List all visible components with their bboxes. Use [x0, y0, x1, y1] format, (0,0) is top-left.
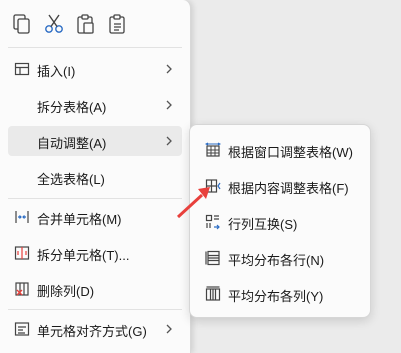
fit-window-icon [204, 142, 222, 158]
menu-item-label: 单元格对齐方式(G) [37, 324, 147, 339]
separator [8, 309, 182, 310]
delete-column-icon [14, 281, 30, 297]
chevron-right-icon [164, 323, 174, 335]
submenu-item-label: 根据内容调整表格(F) [228, 181, 349, 196]
distribute-rows-icon [205, 250, 221, 266]
submenu-item-distribute-rows[interactable]: 平均分布各行(N) [196, 243, 364, 273]
chevron-right-icon [164, 63, 174, 75]
separator [8, 198, 182, 199]
paste-special-icon[interactable] [107, 13, 129, 35]
menu-item-label: 自动调整(A) [37, 136, 107, 151]
distribute-columns-icon [205, 286, 221, 302]
submenu-item-label: 平均分布各列(Y) [228, 289, 324, 304]
insert-table-icon [14, 61, 30, 77]
submenu-item-swap-rows-columns[interactable]: 行列互换(S) [196, 207, 364, 237]
menu-item-split-table[interactable]: 拆分表格(A) [8, 90, 182, 120]
submenu-item-label: 平均分布各行(N) [228, 253, 325, 268]
separator [8, 47, 182, 48]
submenu-item-label: 行列互换(S) [228, 217, 298, 232]
copy-icon[interactable] [11, 13, 33, 35]
menu-item-cell-alignment[interactable]: 单元格对齐方式(G) [8, 314, 182, 344]
submenu-item-fit-window[interactable]: 根据窗口调整表格(W) [196, 135, 364, 165]
menu-item-insert[interactable]: 插入(I) [8, 54, 182, 84]
cut-icon[interactable] [43, 13, 65, 35]
submenu-item-label: 根据窗口调整表格(W) [228, 145, 353, 160]
autofit-submenu: 根据窗口调整表格(W) 根据内容调整表格(F) 行列互换(S) 平均分布各行(N… [189, 124, 371, 318]
menu-item-merge-cells[interactable]: 合并单元格(M) [8, 202, 182, 232]
menu-item-label: 全选表格(L) [37, 172, 105, 187]
menu-item-label: 删除列(D) [37, 284, 95, 299]
menu-item-label: 拆分单元格(T)... [37, 248, 130, 263]
menu-item-label: 合并单元格(M) [37, 212, 122, 227]
menu-item-delete-column[interactable]: 删除列(D) [8, 274, 182, 304]
merge-cells-icon [14, 209, 30, 225]
cell-align-icon [14, 321, 30, 337]
context-menu: 插入(I) 拆分表格(A) 自动调整(A) 全选表格(L) 合并单元格(M) 拆… [0, 0, 191, 353]
paste-icon[interactable] [75, 13, 97, 35]
annotation-arrow [176, 187, 210, 219]
chevron-right-icon [164, 135, 174, 147]
menu-item-label: 拆分表格(A) [37, 100, 107, 115]
menu-item-autofit[interactable]: 自动调整(A) [8, 126, 182, 156]
clipboard-toolbar [0, 0, 190, 46]
menu-item-select-table[interactable]: 全选表格(L) [8, 162, 182, 192]
menu-item-label: 插入(I) [37, 64, 76, 79]
submenu-item-distribute-columns[interactable]: 平均分布各列(Y) [196, 279, 364, 309]
split-cells-icon [14, 245, 30, 261]
menu-item-split-cells[interactable]: 拆分单元格(T)... [8, 238, 182, 268]
submenu-item-fit-content[interactable]: 根据内容调整表格(F) [196, 171, 364, 201]
chevron-right-icon [164, 99, 174, 111]
